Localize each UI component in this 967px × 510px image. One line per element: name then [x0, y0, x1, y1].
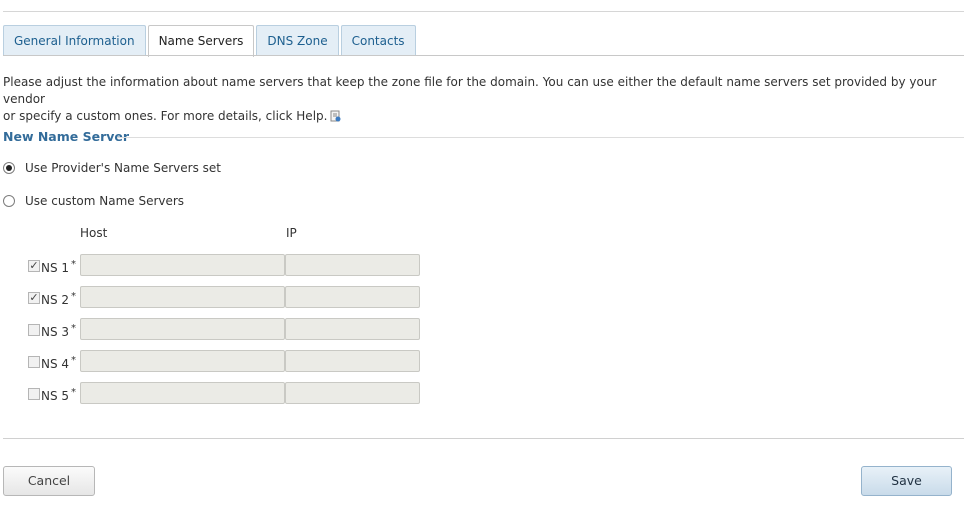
required-mark: *: [71, 323, 77, 334]
ns4-host-input[interactable]: [80, 350, 285, 372]
ns3-label: NS 3: [41, 325, 70, 339]
ns3-host-input[interactable]: [80, 318, 285, 340]
required-mark: *: [71, 387, 77, 398]
tab-dns-zone[interactable]: DNS Zone: [256, 25, 339, 56]
save-button[interactable]: Save: [861, 466, 952, 496]
ns4-ip-input[interactable]: [285, 350, 420, 372]
custom-radio[interactable]: [3, 195, 15, 207]
ns1-host-input[interactable]: [80, 254, 285, 276]
description: Please adjust the information about name…: [3, 74, 965, 125]
ns2-label: NS 2: [41, 293, 70, 307]
tab-contacts[interactable]: Contacts: [340, 25, 416, 56]
bottom-divider: [3, 438, 964, 439]
required-mark: *: [71, 259, 77, 270]
ns2-checkbox[interactable]: ✓: [28, 292, 40, 304]
ns2-ip-input[interactable]: [285, 286, 420, 308]
required-mark: *: [71, 355, 77, 366]
description-line-1: Please adjust the information about name…: [3, 75, 937, 106]
description-line-2-wrap: or specify a custom ones. For more detai…: [3, 108, 965, 125]
ns1-ip-input[interactable]: [285, 254, 420, 276]
custom-option-label: Use custom Name Servers: [25, 194, 185, 208]
ns5-host-input[interactable]: [80, 382, 285, 404]
provider-option-label: Use Provider's Name Servers set: [25, 161, 221, 175]
section-title: New Name Server: [3, 129, 130, 144]
host-column-header: Host: [80, 226, 108, 240]
tab-general-information[interactable]: General Information: [3, 25, 146, 56]
ns5-ip-input[interactable]: [285, 382, 420, 404]
help-icon[interactable]: [330, 110, 341, 122]
ns2-host-input[interactable]: [80, 286, 285, 308]
ns4-label: NS 4: [41, 357, 70, 371]
cancel-button[interactable]: Cancel: [3, 466, 95, 496]
section-divider: [117, 137, 964, 138]
top-divider: [3, 11, 964, 12]
custom-option[interactable]: Use custom Name Servers: [3, 194, 184, 208]
ns3-checkbox[interactable]: [28, 324, 40, 336]
provider-radio[interactable]: [3, 162, 15, 174]
description-line-2: or specify a custom ones. For more detai…: [3, 109, 328, 123]
ns1-label: NS 1: [41, 261, 70, 275]
ns3-ip-input[interactable]: [285, 318, 420, 340]
tab-bar: General Information Name Servers DNS Zon…: [3, 25, 418, 57]
ns5-checkbox[interactable]: [28, 388, 40, 400]
required-mark: *: [71, 291, 77, 302]
provider-option[interactable]: Use Provider's Name Servers set: [3, 161, 221, 175]
tab-divider: [3, 55, 964, 56]
tab-name-servers[interactable]: Name Servers: [147, 25, 255, 57]
ns5-label: NS 5: [41, 389, 70, 403]
ns4-checkbox[interactable]: [28, 356, 40, 368]
ip-column-header: IP: [286, 226, 297, 240]
ns1-checkbox[interactable]: ✓: [28, 260, 40, 272]
